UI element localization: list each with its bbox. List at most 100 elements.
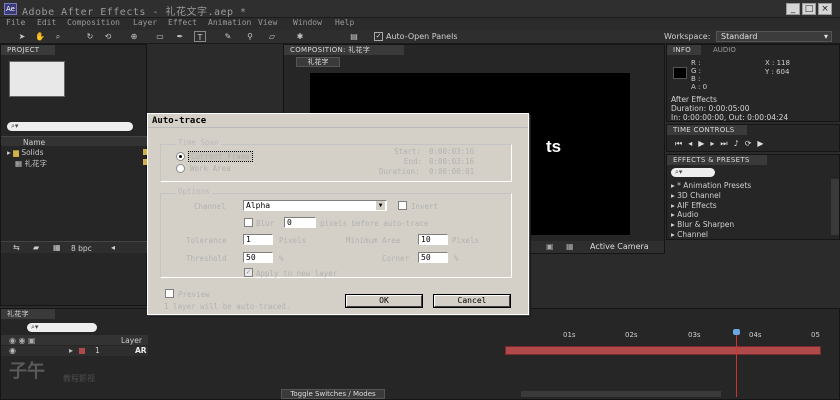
work-area-label[interactable]: Work Area	[190, 164, 231, 173]
hand-tool-icon[interactable]: ✋	[34, 31, 46, 42]
apply-new-layer-checkbox[interactable]: ✓	[244, 268, 253, 277]
time-controls-tab[interactable]: TIME CONTROLS	[667, 125, 747, 135]
eraser-tool-icon[interactable]: ▱	[266, 31, 278, 42]
menu-window[interactable]: Window	[293, 18, 322, 27]
current-frame-label[interactable]: Current Frame	[188, 151, 253, 162]
visibility-icon[interactable]: ◉	[9, 346, 16, 355]
effects-item[interactable]: ▸ Audio	[671, 210, 751, 220]
menu-view[interactable]: View	[258, 18, 277, 27]
maximize-button[interactable]: □	[802, 3, 816, 15]
pan-behind-tool-icon[interactable]: ⊕	[128, 31, 140, 42]
bit-depth-label[interactable]: 8 bpc	[71, 244, 92, 253]
name-column-label[interactable]: Name	[23, 138, 45, 147]
av-switches-icon: ◉ ◉ ▣	[9, 336, 36, 345]
effects-item-label: AIF Effects	[677, 200, 717, 210]
channel-select[interactable]: Alpha ▼	[243, 200, 387, 211]
camera-tool-icon[interactable]: ⟲	[102, 31, 114, 42]
project-item-comp[interactable]: ▦ 礼花字	[15, 158, 47, 169]
rotate-tool-icon[interactable]: ↻	[84, 31, 96, 42]
current-frame-radio[interactable]	[176, 152, 185, 161]
pen-tool-icon[interactable]: ✒	[174, 31, 186, 42]
selection-tool-icon[interactable]: ➤	[16, 31, 28, 42]
prev-frame-icon[interactable]: ◂	[688, 139, 698, 148]
effects-item[interactable]: ▸ * Animation Presets	[671, 181, 751, 191]
dialog-title: Auto-trace	[148, 114, 528, 128]
minimize-button[interactable]: _	[786, 3, 800, 15]
effects-search-input[interactable]: ⌕▾	[671, 168, 715, 177]
tolerance-input[interactable]: 1	[243, 234, 273, 245]
audio-icon[interactable]: ♪	[734, 139, 745, 148]
channel-label: Channel	[194, 202, 226, 211]
effects-presets-tab[interactable]: EFFECTS & PRESETS	[667, 155, 767, 165]
expand-arrow-icon[interactable]: ▸	[69, 346, 73, 355]
effects-item[interactable]: ▸ Channel	[671, 230, 751, 240]
new-folder-icon[interactable]: ▰	[33, 243, 39, 252]
blur-input[interactable]: 0	[284, 217, 316, 228]
project-item-label: Solids	[21, 148, 44, 157]
project-item-label: 礼花字	[24, 159, 47, 168]
timeline-search-input[interactable]: ⌕▾	[27, 323, 97, 332]
type-tool-icon[interactable]: T	[194, 31, 206, 42]
delete-icon[interactable]: ◂	[111, 243, 115, 252]
timeline-track-area[interactable]: 01s 02s 03s 04s 05	[505, 323, 825, 397]
effects-item[interactable]: ▸ AIF Effects	[671, 201, 751, 211]
auto-open-panels-checkbox[interactable]: ✓	[374, 32, 383, 41]
composition-tab[interactable]: COMPOSITION: 礼花字	[284, 45, 404, 55]
active-camera-select[interactable]: Active Camera	[590, 242, 649, 251]
panel-icon[interactable]: ▤	[348, 31, 360, 42]
folder-icon: ▆	[13, 148, 19, 157]
blur-label: Blur	[256, 219, 275, 228]
project-item-solids[interactable]: ▸ ▆ Solids	[7, 148, 44, 157]
ok-button[interactable]: OK	[345, 294, 423, 308]
play-icon[interactable]: ▶	[698, 139, 710, 148]
work-area-radio[interactable]	[176, 164, 185, 173]
toggle-switches-modes-button[interactable]: Toggle Switches / Modes	[281, 389, 385, 399]
clone-stamp-tool-icon[interactable]: ⚲	[244, 31, 256, 42]
rectangle-tool-icon[interactable]: ▭	[154, 31, 166, 42]
last-frame-icon[interactable]: ⏭	[720, 139, 733, 148]
puppet-tool-icon[interactable]: ✱	[294, 31, 306, 42]
threshold-input[interactable]: 50	[243, 252, 273, 263]
effects-scrollbar[interactable]	[831, 179, 839, 235]
menu-layer[interactable]: Layer	[133, 18, 157, 27]
zoom-slider[interactable]	[521, 391, 721, 397]
menu-effect[interactable]: Effect	[168, 18, 197, 27]
minimum-area-input[interactable]: 10	[418, 234, 448, 245]
project-search-input[interactable]: ⌕▾	[7, 122, 133, 131]
brush-tool-icon[interactable]: ✎	[222, 31, 234, 42]
auto-open-panels-label: Auto-Open Panels	[386, 32, 458, 41]
preview-checkbox[interactable]	[165, 289, 174, 298]
menu-composition[interactable]: Composition	[67, 18, 120, 27]
loop-icon[interactable]: ⟳	[745, 139, 758, 148]
corner-input[interactable]: 50	[418, 252, 448, 263]
effects-list: ▸ * Animation Presets ▸ 3D Channel ▸ AIF…	[671, 181, 751, 240]
timeline-layer-row[interactable]: ◉ ▸ 1 AR	[1, 346, 148, 356]
interpret-footage-icon[interactable]: ⇆	[13, 243, 20, 252]
zoom-tool-icon[interactable]: ⌕	[52, 31, 64, 42]
next-frame-icon[interactable]: ▸	[710, 139, 720, 148]
comp-sub-tab[interactable]: 礼花字	[296, 57, 340, 67]
info-tab[interactable]: INFO	[667, 45, 701, 55]
new-comp-icon[interactable]: ▦	[53, 243, 61, 252]
invert-checkbox[interactable]	[398, 201, 407, 210]
layer-name[interactable]: AR	[135, 346, 147, 355]
menu-animation[interactable]: Animation	[208, 18, 251, 27]
effects-item[interactable]: ▸ 3D Channel	[671, 191, 751, 201]
first-frame-icon[interactable]: ⏮	[675, 139, 688, 148]
effects-item[interactable]: ▸ Blur & Sharpen	[671, 220, 751, 230]
channel-icon[interactable]: ▣	[546, 242, 554, 251]
menu-help[interactable]: Help	[335, 18, 354, 27]
ram-preview-icon[interactable]: ▶	[757, 139, 769, 148]
workspace-select[interactable]: Standard ▾	[716, 31, 832, 42]
project-footer: ⇆ ▰ ▦ 8 bpc ◂	[1, 241, 148, 253]
grid-icon[interactable]: ▦	[566, 242, 574, 251]
audio-tab[interactable]: AUDIO	[713, 46, 736, 54]
close-button[interactable]: ×	[818, 3, 832, 15]
blur-checkbox[interactable]	[244, 218, 253, 227]
project-tab[interactable]: PROJECT	[1, 45, 55, 55]
menu-file[interactable]: File	[6, 18, 25, 27]
menu-edit[interactable]: Edit	[37, 18, 56, 27]
layer-duration-bar[interactable]	[505, 346, 821, 355]
cancel-button[interactable]: Cancel	[433, 294, 511, 308]
timeline-tab[interactable]: 礼花字	[1, 309, 55, 319]
